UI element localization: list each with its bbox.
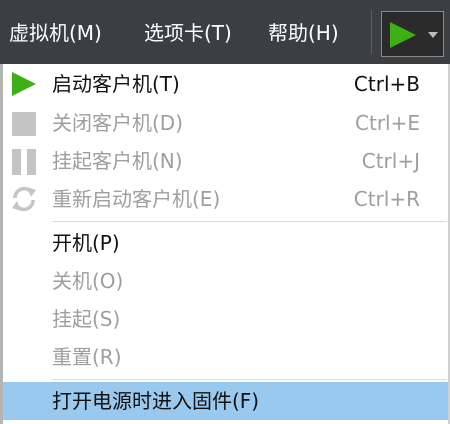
menu-item-label: 重置(R): [52, 345, 122, 369]
menu-item-label: 打开电源时进入固件(F): [52, 389, 260, 413]
menu-item-label: 重新启动客户机(E): [52, 187, 221, 211]
play-icon: [390, 22, 416, 48]
stop-icon: [12, 112, 36, 136]
menu-item-shortcut: Ctrl+B: [353, 72, 420, 96]
menu-item-suspend-guest[interactable]: 挂起客户机(N) Ctrl+J: [3, 142, 448, 180]
menu-bar: 虚拟机(M) 选项卡(T) 帮助(H): [0, 0, 450, 64]
menu-item-label: 开机(P): [52, 231, 120, 255]
menu-item-start-guest[interactable]: 启动客户机(T) Ctrl+B: [3, 65, 448, 103]
pause-icon: [12, 149, 36, 175]
menu-item-power-on-to-firmware[interactable]: 打开电源时进入固件(F): [3, 382, 448, 420]
power-on-split-button[interactable]: [381, 11, 444, 57]
menu-item-label: 关机(O): [52, 269, 124, 293]
menu-item-reset[interactable]: 重置(R): [3, 338, 448, 376]
menu-divider: [52, 221, 447, 222]
menu-item-suspend[interactable]: 挂起(S): [3, 300, 448, 338]
menu-divider: [52, 379, 447, 380]
menu-item-shutdown-guest[interactable]: 关闭客户机(D) Ctrl+E: [3, 104, 448, 142]
menu-item-label: 挂起(S): [52, 307, 121, 331]
menu-item-power-on[interactable]: 开机(P): [3, 224, 448, 262]
play-icon: [12, 72, 36, 96]
menu-tabs[interactable]: 选项卡(T): [144, 0, 232, 64]
menu-item-power-off[interactable]: 关机(O): [3, 262, 448, 300]
menu-help[interactable]: 帮助(H): [268, 0, 339, 64]
menu-item-shortcut: Ctrl+R: [353, 187, 420, 211]
menu-item-label: 启动客户机(T): [52, 72, 180, 96]
menu-item-label: 关闭客户机(D): [52, 111, 184, 135]
menu-vm[interactable]: 虚拟机(M): [9, 0, 102, 64]
menu-item-shortcut: Ctrl+J: [361, 149, 420, 173]
menu-item-label: 挂起客户机(N): [52, 149, 183, 173]
restart-icon: [12, 186, 36, 212]
menu-item-shortcut: Ctrl+E: [355, 111, 420, 135]
vm-power-dropdown: 启动客户机(T) Ctrl+B 关闭客户机(D) Ctrl+E 挂起客户机(N)…: [0, 64, 450, 424]
menubar-separator: [371, 10, 372, 54]
chevron-down-icon[interactable]: [428, 32, 438, 38]
menu-item-restart-guest[interactable]: 重新启动客户机(E) Ctrl+R: [3, 180, 448, 218]
